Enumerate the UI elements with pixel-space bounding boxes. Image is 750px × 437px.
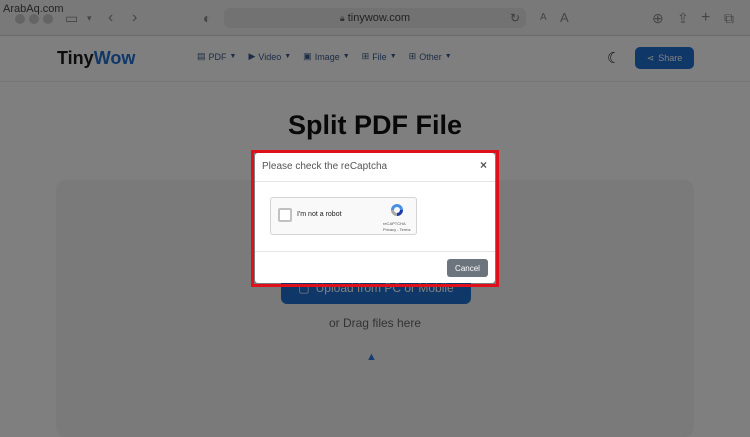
recaptcha-checkbox[interactable] xyxy=(278,208,292,222)
modal-header: Please check the reCaptcha × xyxy=(255,153,495,182)
modal-footer-divider xyxy=(255,251,495,252)
recaptcha-brand: reCAPTCHA xyxy=(383,221,406,226)
cancel-button[interactable]: Cancel xyxy=(447,259,488,277)
recaptcha-modal: Please check the reCaptcha × I'm not a r… xyxy=(255,153,495,283)
recaptcha-label: I'm not a robot xyxy=(297,211,342,218)
modal-title: Please check the reCaptcha xyxy=(262,161,388,172)
recaptcha-privacy-terms[interactable]: Privacy - Terms xyxy=(383,227,410,232)
recaptcha-logo-icon xyxy=(391,204,403,216)
close-icon[interactable]: × xyxy=(480,158,487,172)
recaptcha-widget: I'm not a robot reCAPTCHA Privacy - Term… xyxy=(270,197,417,235)
